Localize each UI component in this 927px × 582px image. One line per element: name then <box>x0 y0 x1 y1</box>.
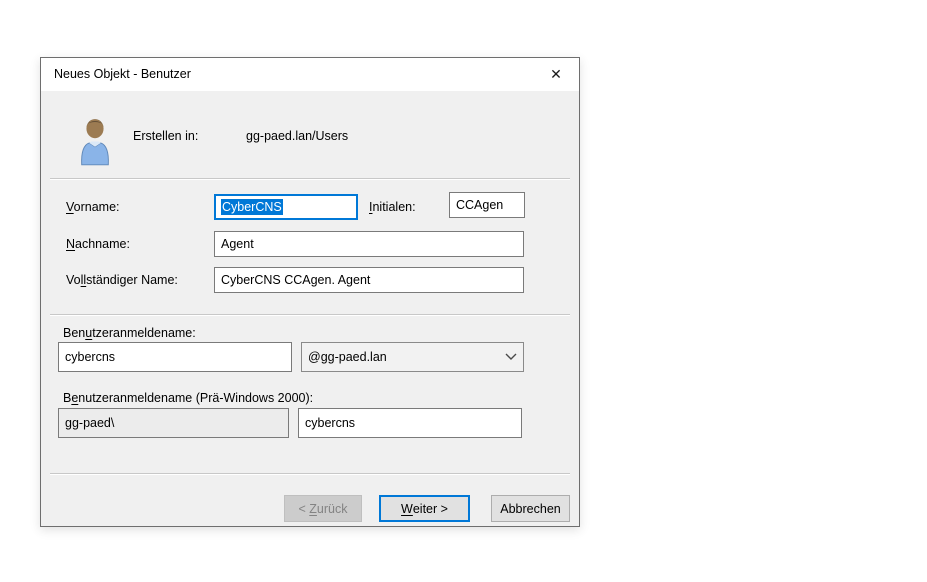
chevron-down-icon <box>505 353 517 361</box>
create-in-label: Erstellen in: <box>133 128 198 144</box>
vorname-label: Vorname: <box>66 194 120 220</box>
pre2000-domain-input[interactable]: gg-paed\ <box>58 408 289 438</box>
vorname-input[interactable]: CyberCNS <box>214 194 358 220</box>
footer-separator <box>50 473 570 475</box>
upn-suffix-value: @gg-paed.lan <box>308 350 387 364</box>
nachname-input[interactable]: Agent <box>214 231 524 257</box>
section-separator <box>50 314 570 316</box>
pre2000-user-input[interactable]: cybercns <box>298 408 522 438</box>
create-in-value: gg-paed.lan/Users <box>246 128 348 144</box>
dialog-title: Neues Objekt - Benutzer <box>54 58 191 91</box>
upn-suffix-dropdown[interactable]: @gg-paed.lan <box>301 342 524 372</box>
upn-label: Benutzeranmeldename: <box>63 326 196 340</box>
vollname-label: Vollständiger Name: <box>66 267 178 293</box>
upn-input[interactable]: cybercns <box>58 342 292 372</box>
initialen-input[interactable]: CCAgen <box>449 192 525 218</box>
nachname-label: Nachname: <box>66 231 130 257</box>
dialog-titlebar[interactable]: Neues Objekt - Benutzer ✕ <box>41 58 579 91</box>
pre2000-label: Benutzeranmeldename (Prä-Windows 2000): <box>63 391 313 405</box>
vorname-selected-text: CyberCNS <box>221 199 283 215</box>
initialen-label: Initialen: <box>369 194 416 220</box>
new-object-user-dialog: Neues Objekt - Benutzer ✕ Erstellen in: … <box>40 57 580 527</box>
user-icon <box>76 116 114 168</box>
vollname-input[interactable]: CyberCNS CCAgen. Agent <box>214 267 524 293</box>
next-button[interactable]: Weiter > <box>379 495 470 522</box>
header-separator <box>50 178 570 180</box>
back-button[interactable]: < Zurück <box>284 495 362 522</box>
cancel-button[interactable]: Abbrechen <box>491 495 570 522</box>
close-icon[interactable]: ✕ <box>533 58 579 90</box>
